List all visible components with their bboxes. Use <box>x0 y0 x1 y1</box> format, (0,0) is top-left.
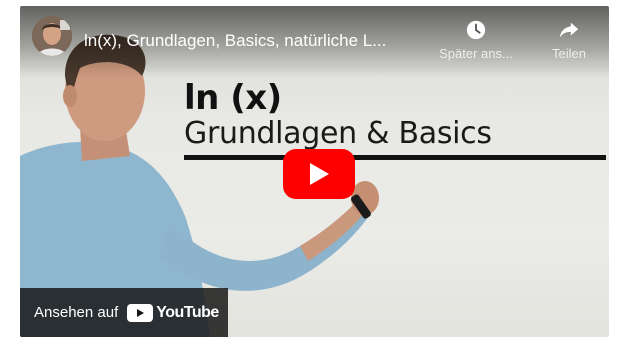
video-title-link[interactable]: ln(x), Grundlagen, Basics, natürliche L.… <box>84 31 424 51</box>
watch-on-label: Ansehen auf <box>34 304 119 321</box>
share-arrow-icon <box>559 22 579 38</box>
watch-later-label: Später ans... <box>439 46 513 61</box>
youtube-logo: YouTube <box>127 303 219 322</box>
video-player[interactable]: ln (x) Grundlagen & Basics ln(x), Grundl… <box>20 6 609 337</box>
share-label: Teilen <box>552 46 586 61</box>
play-icon <box>310 163 329 185</box>
play-button[interactable] <box>283 149 355 199</box>
avatar-image-icon <box>32 16 72 56</box>
youtube-logo-icon <box>127 303 154 322</box>
share-button[interactable]: Teilen <box>524 19 609 63</box>
clock-icon <box>466 20 486 40</box>
youtube-brand-text: YouTube <box>156 303 219 321</box>
channel-avatar[interactable] <box>32 16 72 56</box>
watch-later-button[interactable]: Später ans... <box>431 19 521 63</box>
watch-on-youtube-button[interactable]: Ansehen auf YouTube <box>20 288 228 337</box>
